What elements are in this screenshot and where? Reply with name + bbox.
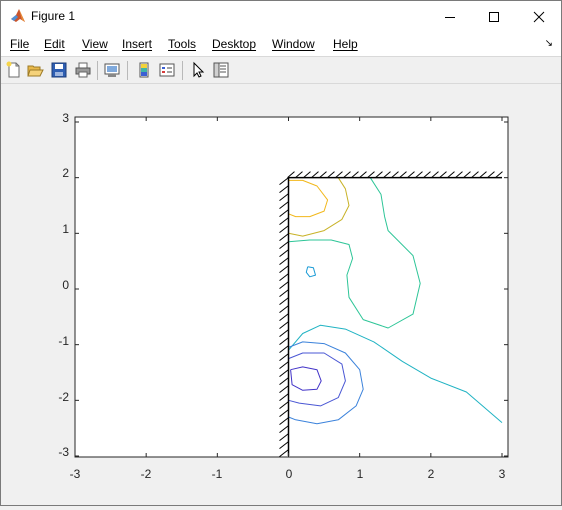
- menu-view[interactable]: View: [82, 37, 108, 51]
- y-tick-label: -2: [58, 390, 69, 404]
- print-icon[interactable]: [74, 61, 92, 79]
- menu-help[interactable]: Help: [333, 37, 358, 51]
- x-tick-label: 1: [357, 467, 364, 481]
- x-tick-label: -2: [141, 467, 152, 481]
- y-tick-label: 1: [62, 222, 69, 236]
- menu-tools[interactable]: Tools: [168, 37, 196, 51]
- menu-window[interactable]: Window: [272, 37, 315, 51]
- title-bar: Figure 1: [1, 1, 561, 32]
- matlab-logo-icon: [11, 9, 25, 22]
- y-tick-labels: 3 2 1 0 -1 -2 -3: [58, 111, 69, 459]
- edit-plot-icon[interactable]: [189, 61, 207, 79]
- open-file-icon[interactable]: [26, 61, 44, 79]
- property-inspector-icon[interactable]: [212, 61, 230, 79]
- link-plot-icon[interactable]: [103, 61, 121, 79]
- minimize-icon: [444, 16, 455, 18]
- new-figure-icon[interactable]: [5, 61, 23, 79]
- axes-box[interactable]: [74, 116, 509, 458]
- x-tick-label: -1: [212, 467, 223, 481]
- figure-window: Figure 1 File Edit View Insert Tools Des…: [0, 0, 562, 506]
- toolbar-separator: [127, 61, 128, 80]
- y-tick-label: 0: [62, 278, 69, 292]
- x-tick-label: 3: [499, 467, 506, 481]
- menu-desktop[interactable]: Desktop: [212, 37, 256, 51]
- insert-colorbar-icon[interactable]: [135, 61, 153, 79]
- menu-bar: File Edit View Insert Tools Desktop Wind…: [1, 32, 561, 56]
- toolbar-separator: [97, 61, 98, 80]
- y-tick-label: -1: [58, 334, 69, 348]
- minimize-button[interactable]: [427, 1, 472, 32]
- figure-toolbar: [1, 56, 561, 84]
- y-tick-label: 3: [62, 111, 69, 125]
- maximize-icon: [488, 11, 499, 22]
- menu-edit[interactable]: Edit: [44, 37, 65, 51]
- maximize-button[interactable]: [471, 1, 516, 32]
- x-tick-labels: -3 -2 -1 0 1 2 3: [70, 467, 506, 481]
- menu-file[interactable]: File: [10, 37, 29, 51]
- x-tick-label: 0: [286, 467, 293, 481]
- y-tick-label: 2: [62, 166, 69, 180]
- toolbar-separator: [182, 61, 183, 80]
- window-title: Figure 1: [31, 9, 76, 23]
- x-tick-label: -3: [70, 467, 81, 481]
- insert-legend-icon[interactable]: [158, 61, 176, 79]
- save-icon[interactable]: [50, 61, 68, 79]
- x-tick-label: 2: [428, 467, 435, 481]
- y-tick-label: -3: [58, 445, 69, 459]
- close-icon: [533, 11, 544, 22]
- contour-plot[interactable]: -3 -2 -1 0 1 2 3 3 2 1 0 -1 -2 -3: [1, 84, 561, 505]
- menu-insert[interactable]: Insert: [122, 37, 152, 51]
- close-button[interactable]: [516, 1, 561, 32]
- figure-canvas: -3 -2 -1 0 1 2 3 3 2 1 0 -1 -2 -3: [1, 84, 561, 505]
- dock-arrow-icon[interactable]: ↘: [545, 38, 553, 49]
